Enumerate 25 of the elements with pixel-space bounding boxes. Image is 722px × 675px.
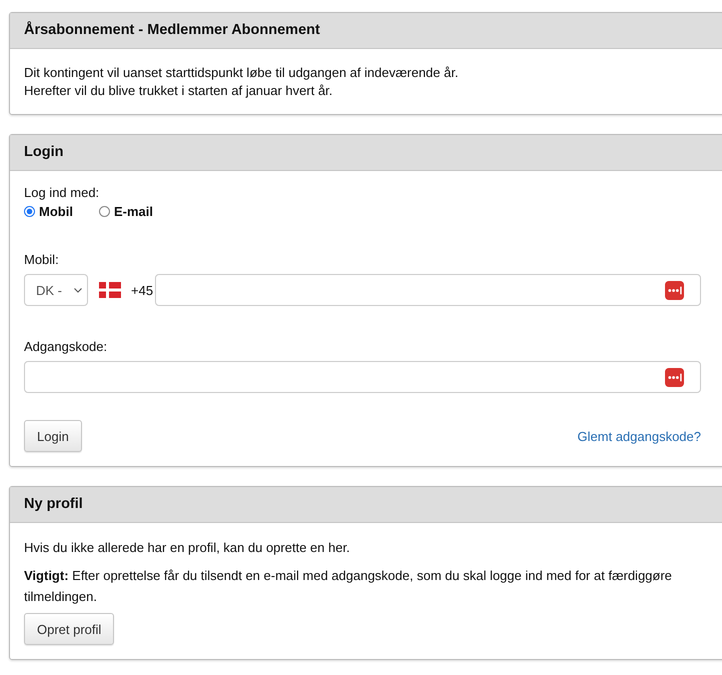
chevron-down-icon [74,288,82,292]
field-label: Adgangskode: [24,339,108,355]
dial-code: +45 [131,282,154,298]
info-text: Hvis du ikke allerede har en profil, kan du oprette en her. [24,539,351,557]
input-field[interactable] [155,274,701,306]
password-manager-icon[interactable] [665,280,684,300]
radio-label[interactable]: E-mail [114,204,153,219]
field-label: Mobil: [24,252,60,268]
radio-button[interactable] [98,206,110,217]
panel-title: Årsabonnement - Medlemmer Abonnement [10,13,722,49]
panel-title: Ny profil [10,487,722,523]
create-profile-button[interactable]: Opret profil [24,613,114,645]
panel-title: Login [10,135,722,171]
info-text: Herefter vil du blive trukket i starten af januar hvert år. [24,82,334,100]
info-text: Dit kontingent vil uanset starttidspunkt løbe til udgangen af indeværende år. [24,64,460,82]
password-manager-icon[interactable] [665,368,684,386]
radio-button[interactable] [24,206,35,217]
country-select[interactable]: DK - [24,274,88,306]
login-button[interactable]: Login [24,420,82,452]
input-field[interactable] [24,361,701,393]
forgot-password-link[interactable]: Glemt adgangskode? [577,428,701,444]
radio-label[interactable]: Mobil [39,204,73,219]
flag-icon [99,282,121,298]
info-text: Vigtigt: Efter oprettelse får du tilsendt en e-mail med adgangskode, som du skal logge ind med for at færdiggøre tilmeldingen. [24,567,673,606]
field-label: Log ind med: [24,185,100,201]
